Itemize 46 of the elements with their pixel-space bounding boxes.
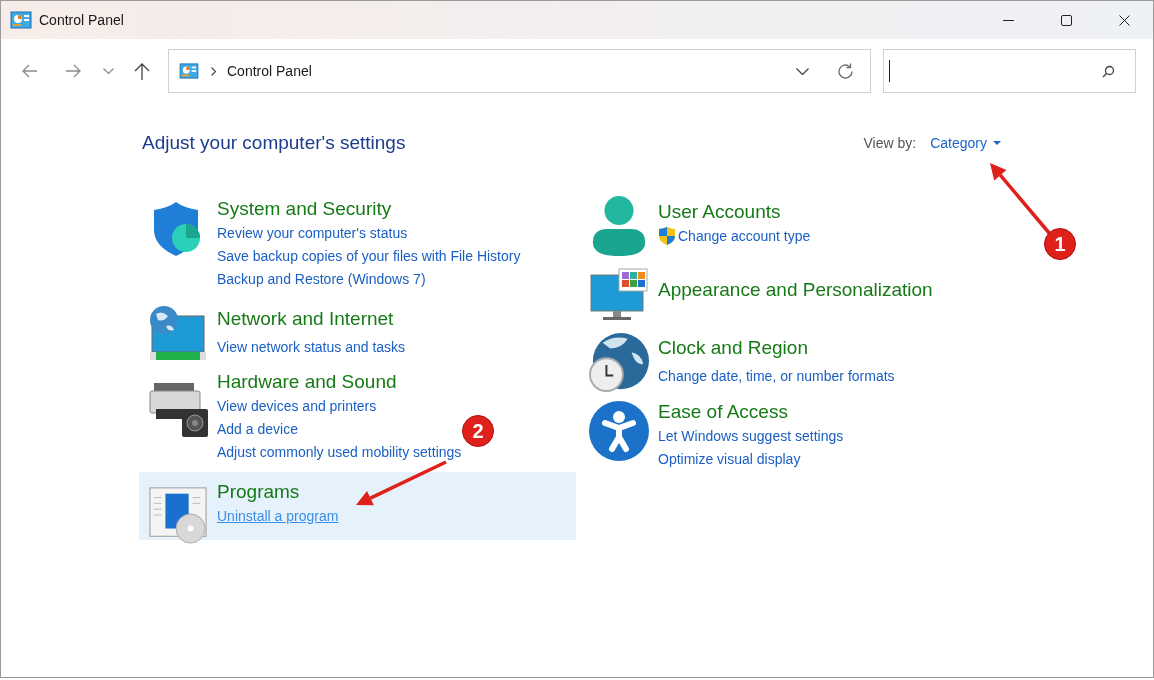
breadcrumb[interactable]: Control Panel bbox=[227, 60, 312, 82]
back-arrow-icon bbox=[22, 64, 38, 78]
task-link[interactable]: Optimize visual display bbox=[658, 447, 844, 471]
page-heading: Adjust your computer's settings bbox=[142, 131, 406, 155]
category-title[interactable]: Network and Internet bbox=[217, 305, 406, 332]
chevron-right-icon bbox=[211, 66, 216, 76]
view-by-dropdown[interactable]: Category bbox=[930, 132, 1001, 154]
caret-icon bbox=[993, 141, 1001, 146]
forward-arrow-icon bbox=[65, 64, 81, 78]
chevron-down-icon[interactable] bbox=[796, 67, 809, 75]
task-link[interactable]: Change account type bbox=[658, 224, 811, 248]
refresh-icon[interactable] bbox=[837, 62, 854, 80]
globe-clock-icon[interactable] bbox=[589, 332, 649, 393]
chevron-down-icon bbox=[102, 68, 114, 74]
view-by-label: View by: bbox=[863, 133, 917, 153]
category-title[interactable]: Programs bbox=[217, 478, 339, 505]
task-link[interactable]: View devices and printers bbox=[217, 394, 462, 418]
up-arrow-icon bbox=[134, 62, 150, 80]
category-title[interactable]: User Accounts bbox=[658, 198, 811, 225]
search-field[interactable] bbox=[883, 49, 1136, 93]
control-panel-icon bbox=[179, 63, 199, 79]
address-bar[interactable]: Control Panel bbox=[168, 49, 871, 93]
window-title: Control Panel bbox=[39, 10, 124, 30]
step-badge: 1 bbox=[1044, 228, 1076, 260]
close-icon bbox=[1118, 14, 1130, 26]
category-title[interactable]: System and Security bbox=[217, 195, 521, 222]
task-link[interactable]: Backup and Restore (Windows 7) bbox=[217, 267, 521, 291]
search-icon bbox=[1102, 64, 1115, 78]
shield-icon bbox=[658, 226, 676, 246]
category-title[interactable]: Clock and Region bbox=[658, 334, 895, 361]
category-title[interactable]: Hardware and Sound bbox=[217, 368, 462, 395]
accessibility-icon[interactable] bbox=[589, 400, 649, 461]
task-link[interactable]: Let Windows suggest settings bbox=[658, 424, 844, 448]
task-link[interactable]: Review your computer's status bbox=[217, 221, 521, 245]
task-link[interactable]: Adjust commonly used mobility settings bbox=[217, 440, 462, 464]
task-link[interactable]: View network status and tasks bbox=[217, 335, 406, 359]
category-title[interactable]: Appearance and Personalization bbox=[658, 276, 933, 303]
step-badge: 2 bbox=[462, 415, 494, 447]
category-title[interactable]: Ease of Access bbox=[658, 398, 844, 425]
task-link[interactable]: Add a device bbox=[217, 417, 462, 441]
text-cursor bbox=[889, 60, 890, 82]
minimize-icon bbox=[1002, 19, 1014, 21]
task-link[interactable]: Save backup copies of your files with File History bbox=[217, 244, 521, 268]
maximize-icon bbox=[1060, 14, 1072, 26]
task-link[interactable]: Change date, time, or number formats bbox=[658, 364, 895, 388]
control-panel-icon bbox=[10, 11, 32, 29]
